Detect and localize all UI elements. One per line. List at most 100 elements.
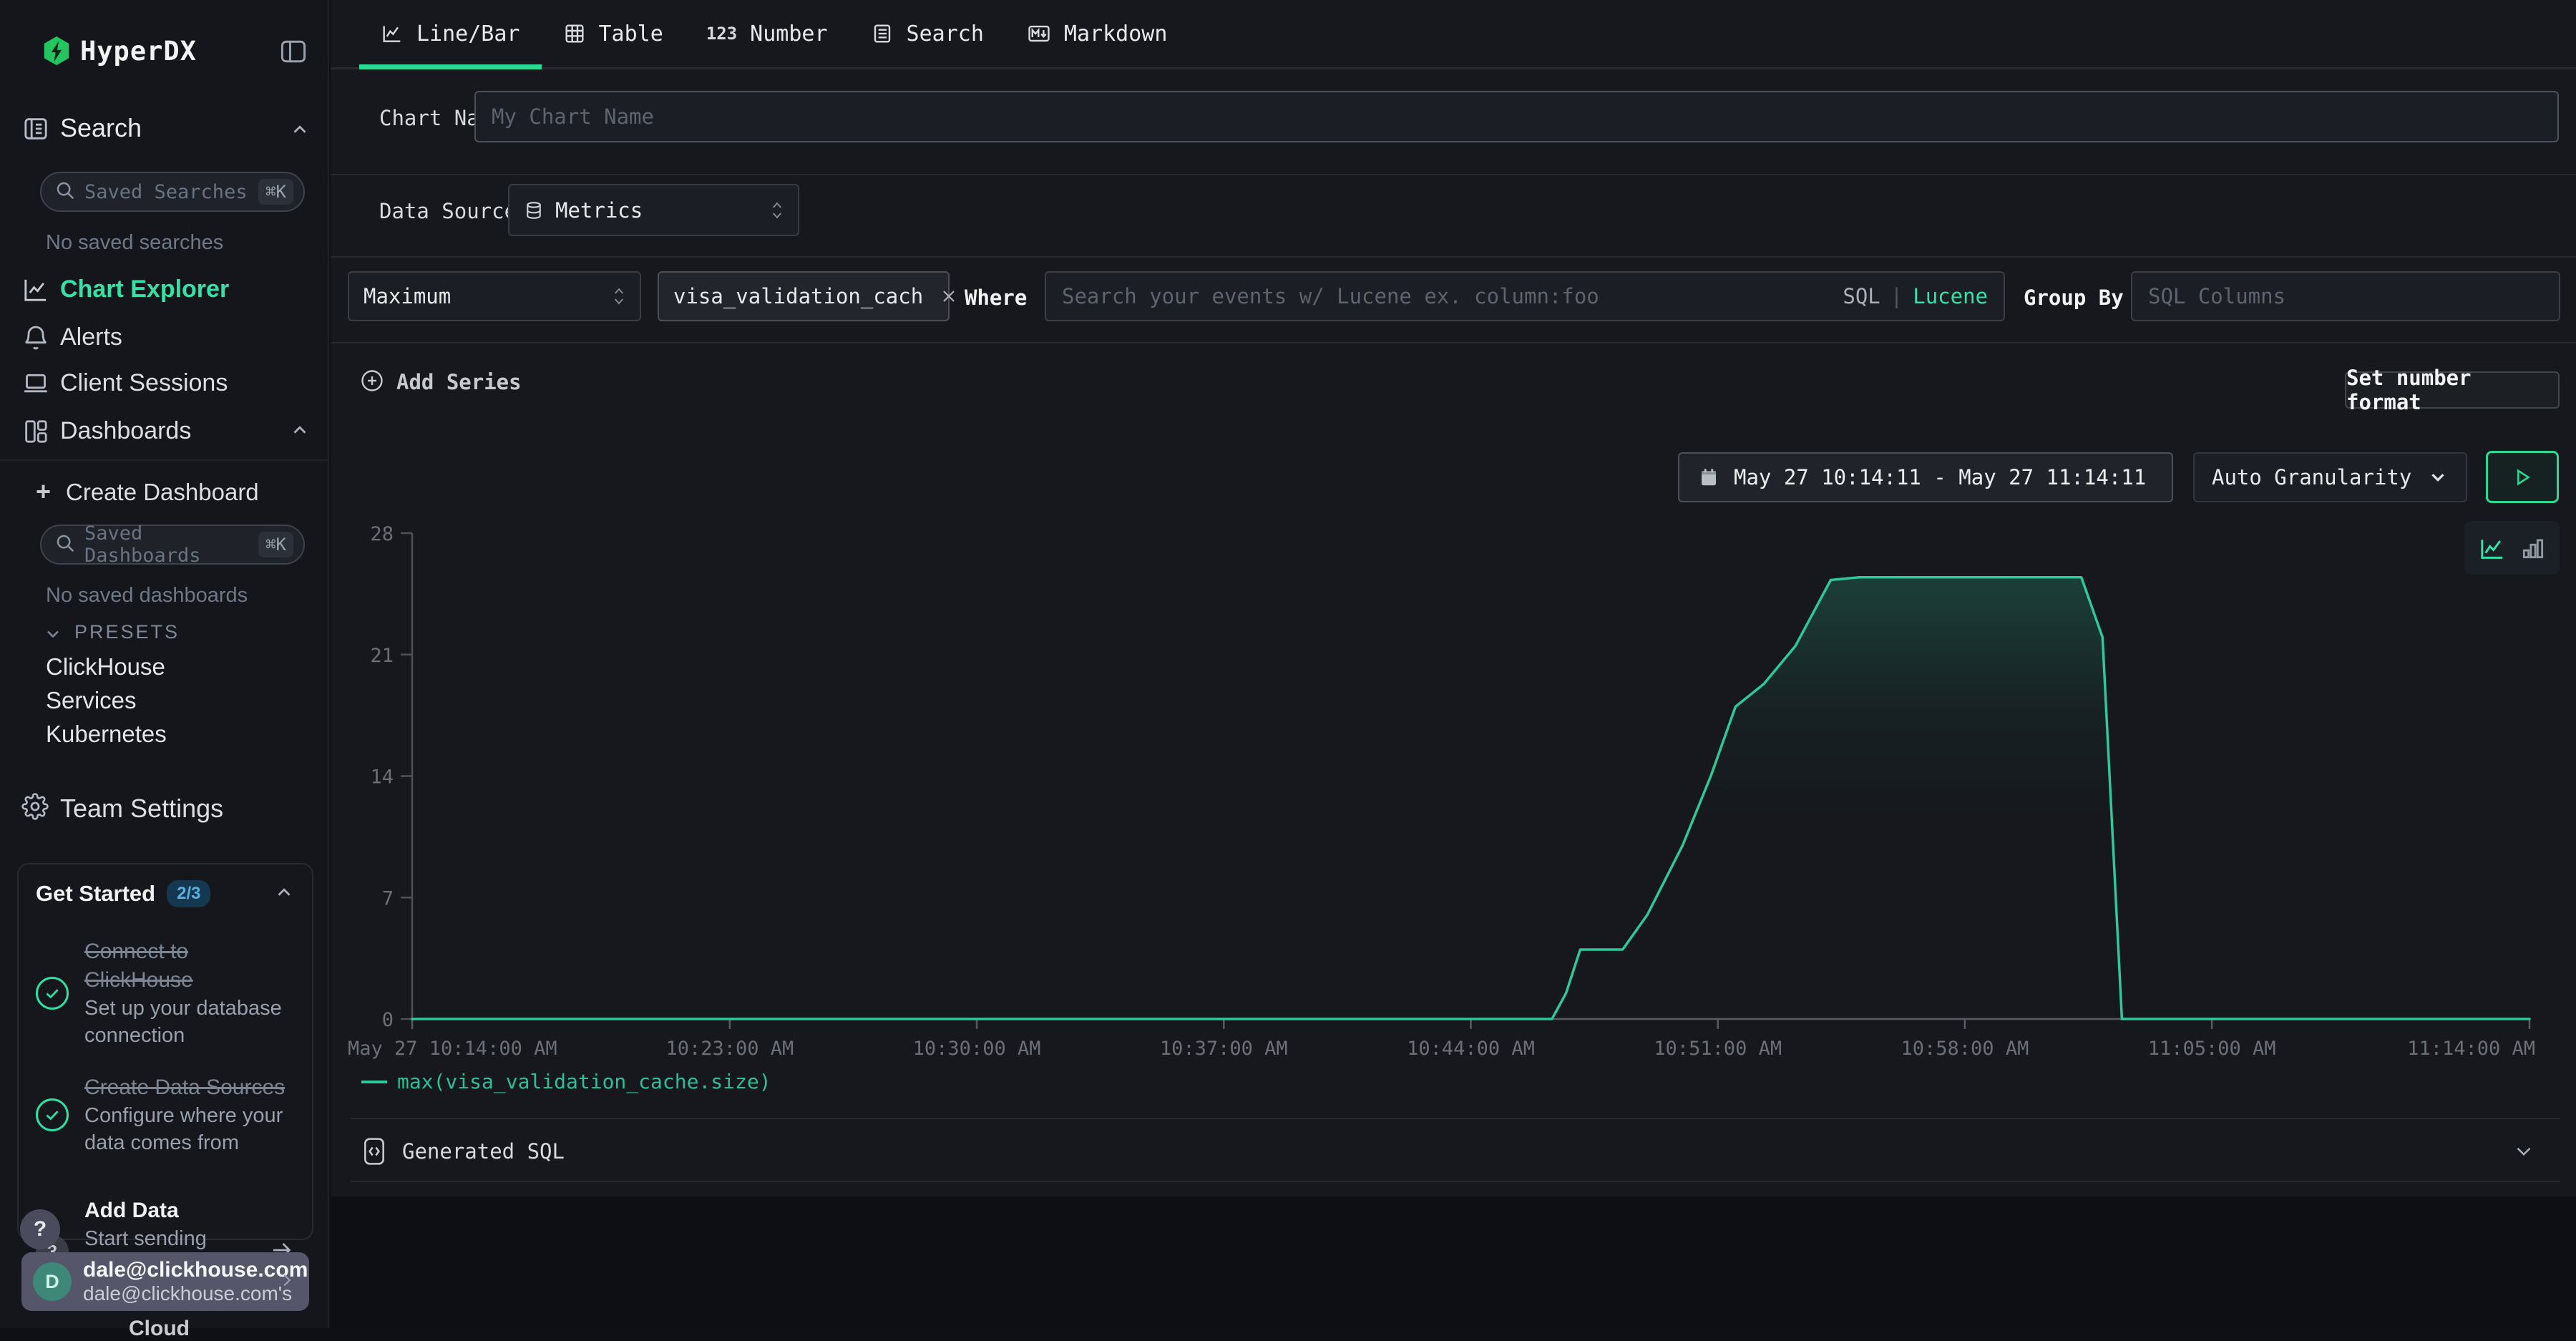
sidebar-item-chart-explorer[interactable]: Chart Explorer [0,272,329,309]
chart-line-icon [21,275,50,307]
sidebar-item-dashboards[interactable]: Dashboards [0,414,329,451]
x-tick-label: 10:44:00 AM [1407,1038,1535,1060]
group-by-input-wrap [2131,271,2560,321]
sidebar-collapse-icon[interactable] [278,36,309,67]
chevron-down-icon [2512,1139,2536,1164]
divider [351,1118,2560,1119]
divider [331,256,2576,258]
shortcut-badge: ⌘K [258,179,293,205]
no-saved-dashboards-note: No saved dashboards [46,584,248,608]
create-dashboard-label: Create Dashboard [66,479,259,506]
where-input-wrap: SQL | Lucene [1045,271,2005,321]
progress-badge: 2/3 [167,880,210,907]
x-tick-label: 10:30:00 AM [913,1038,1041,1060]
search-icon [54,532,76,557]
saved-searches-input[interactable]: Saved Searches ⌘K [40,172,305,212]
close-icon[interactable] [939,286,959,306]
preset-item-services[interactable]: Services [46,687,137,714]
data-source-select[interactable]: Metrics [508,184,799,236]
date-range-value: May 27 10:14:11 - May 27 11:14:11 [1734,465,2146,489]
x-tick-label: 11:14:00 AM [2407,1038,2535,1060]
markdown-icon [1027,21,1051,46]
search-list-icon [871,22,894,45]
create-dashboard-button[interactable]: + Create Dashboard [0,475,329,509]
plus-icon: + [36,477,51,507]
get-started-step-connect[interactable]: Connect to ClickHouse Set up your databa… [36,937,295,1049]
sidebar-item-client-sessions[interactable]: Client Sessions [0,366,329,403]
sql-language-option[interactable]: SQL [1843,284,1880,308]
chevron-up-icon[interactable] [289,419,311,444]
select-chevrons-icon [613,287,625,306]
chart-legend[interactable]: max(visa_validation_cache.size) [361,1070,771,1093]
tab-line-bar[interactable]: Line/Bar [359,0,542,67]
plus-circle-icon [359,368,385,396]
tab-number[interactable]: 123 Number [685,0,849,67]
divider [0,459,328,461]
sidebar-item-label: Client Sessions [60,369,228,397]
where-label: Where [965,286,1027,310]
check-circle-icon [36,1098,69,1131]
user-email: dale@clickhouse.com [83,1258,276,1282]
user-menu[interactable]: D dale@clickhouse.com dale@clickhouse.co… [21,1252,309,1311]
check-circle-icon [36,977,69,1010]
run-query-button[interactable] [2486,451,2559,503]
search-section-icon [21,114,50,146]
avatar: D [33,1262,72,1301]
set-number-format-button[interactable]: Set number format [2345,371,2560,409]
chevron-up-icon[interactable] [289,119,311,143]
date-range-picker[interactable]: May 27 10:14:11 - May 27 11:14:11 [1678,452,2173,502]
chart-name-input[interactable] [492,104,2542,129]
tab-label: Table [599,21,663,47]
tab-table[interactable]: Table [542,0,685,67]
aggregation-value: Maximum [364,284,451,308]
chart-type-tabs: Line/Bar Table 123 Number Search Markdow… [331,0,2576,69]
timeseries-chart[interactable]: 07142128May 27 10:14:00 AM10:23:00 AM10:… [358,512,2565,1084]
generated-sql-toggle[interactable]: Generated SQL [351,1123,2560,1179]
sidebar-item-alerts[interactable]: Alerts [0,320,329,357]
shortcut-badge: ⌘K [258,532,293,557]
language-separator: | [1890,284,1903,308]
tab-search[interactable]: Search [849,0,1005,67]
get-started-card: Get Started 2/3 Connect to ClickHouse Se… [17,863,313,1240]
get-started-title: Get Started [36,881,155,907]
preset-item-kubernetes[interactable]: Kubernetes [46,721,167,748]
help-button[interactable]: ? [20,1209,60,1249]
group-by-label: Group By [2024,286,2124,310]
sidebar-item-label: Chart Explorer [60,275,229,303]
partial-text-cloud: Cloud [129,1317,190,1341]
tab-label: Number [750,21,827,47]
presets-toggle[interactable]: PRESETS [0,620,329,648]
y-tick-label: 21 [370,645,394,667]
saved-dashboards-input[interactable]: Saved Dashboards ⌘K [40,525,305,565]
no-saved-searches-note: No saved searches [46,231,223,255]
y-tick-label: 14 [370,766,394,789]
chevron-up-icon[interactable] [273,882,295,906]
preset-item-clickhouse[interactable]: ClickHouse [46,653,165,681]
step-title: Create Data Sources [84,1073,293,1102]
metric-chip[interactable]: visa_validation_cach [658,271,950,321]
dashboard-icon [21,417,50,449]
get-started-step-sources[interactable]: Create Data Sources Configure where your… [36,1073,295,1156]
group-by-input[interactable] [2148,284,2543,308]
granularity-select[interactable]: Auto Granularity [2193,452,2467,502]
y-tick-label: 7 [382,887,394,910]
sidebar-item-label: Alerts [60,323,122,351]
x-tick-label: 11:05:00 AM [2148,1038,2276,1060]
step-desc: Set up your database connection [84,995,293,1049]
aggregation-select[interactable]: Maximum [348,271,641,321]
logo-row: HyperDX [0,29,329,74]
divider [351,1181,2560,1182]
tab-markdown[interactable]: Markdown [1005,0,1189,67]
lucene-language-option[interactable]: Lucene [1913,284,1988,308]
sidebar-item-team-settings[interactable]: Team Settings [0,789,329,824]
chevron-right-icon [276,1269,298,1294]
x-tick-label: 10:37:00 AM [1160,1038,1288,1060]
where-search-input[interactable] [1062,284,1830,308]
sidebar-section-search[interactable]: Search [0,112,329,147]
step-title: Connect to ClickHouse [84,937,293,995]
add-series-button[interactable]: Add Series [359,362,522,402]
y-tick-label: 28 [370,523,394,545]
search-section-label: Search [60,113,142,143]
play-icon [2510,465,2534,489]
step-desc: Configure where your data comes from [84,1102,293,1156]
